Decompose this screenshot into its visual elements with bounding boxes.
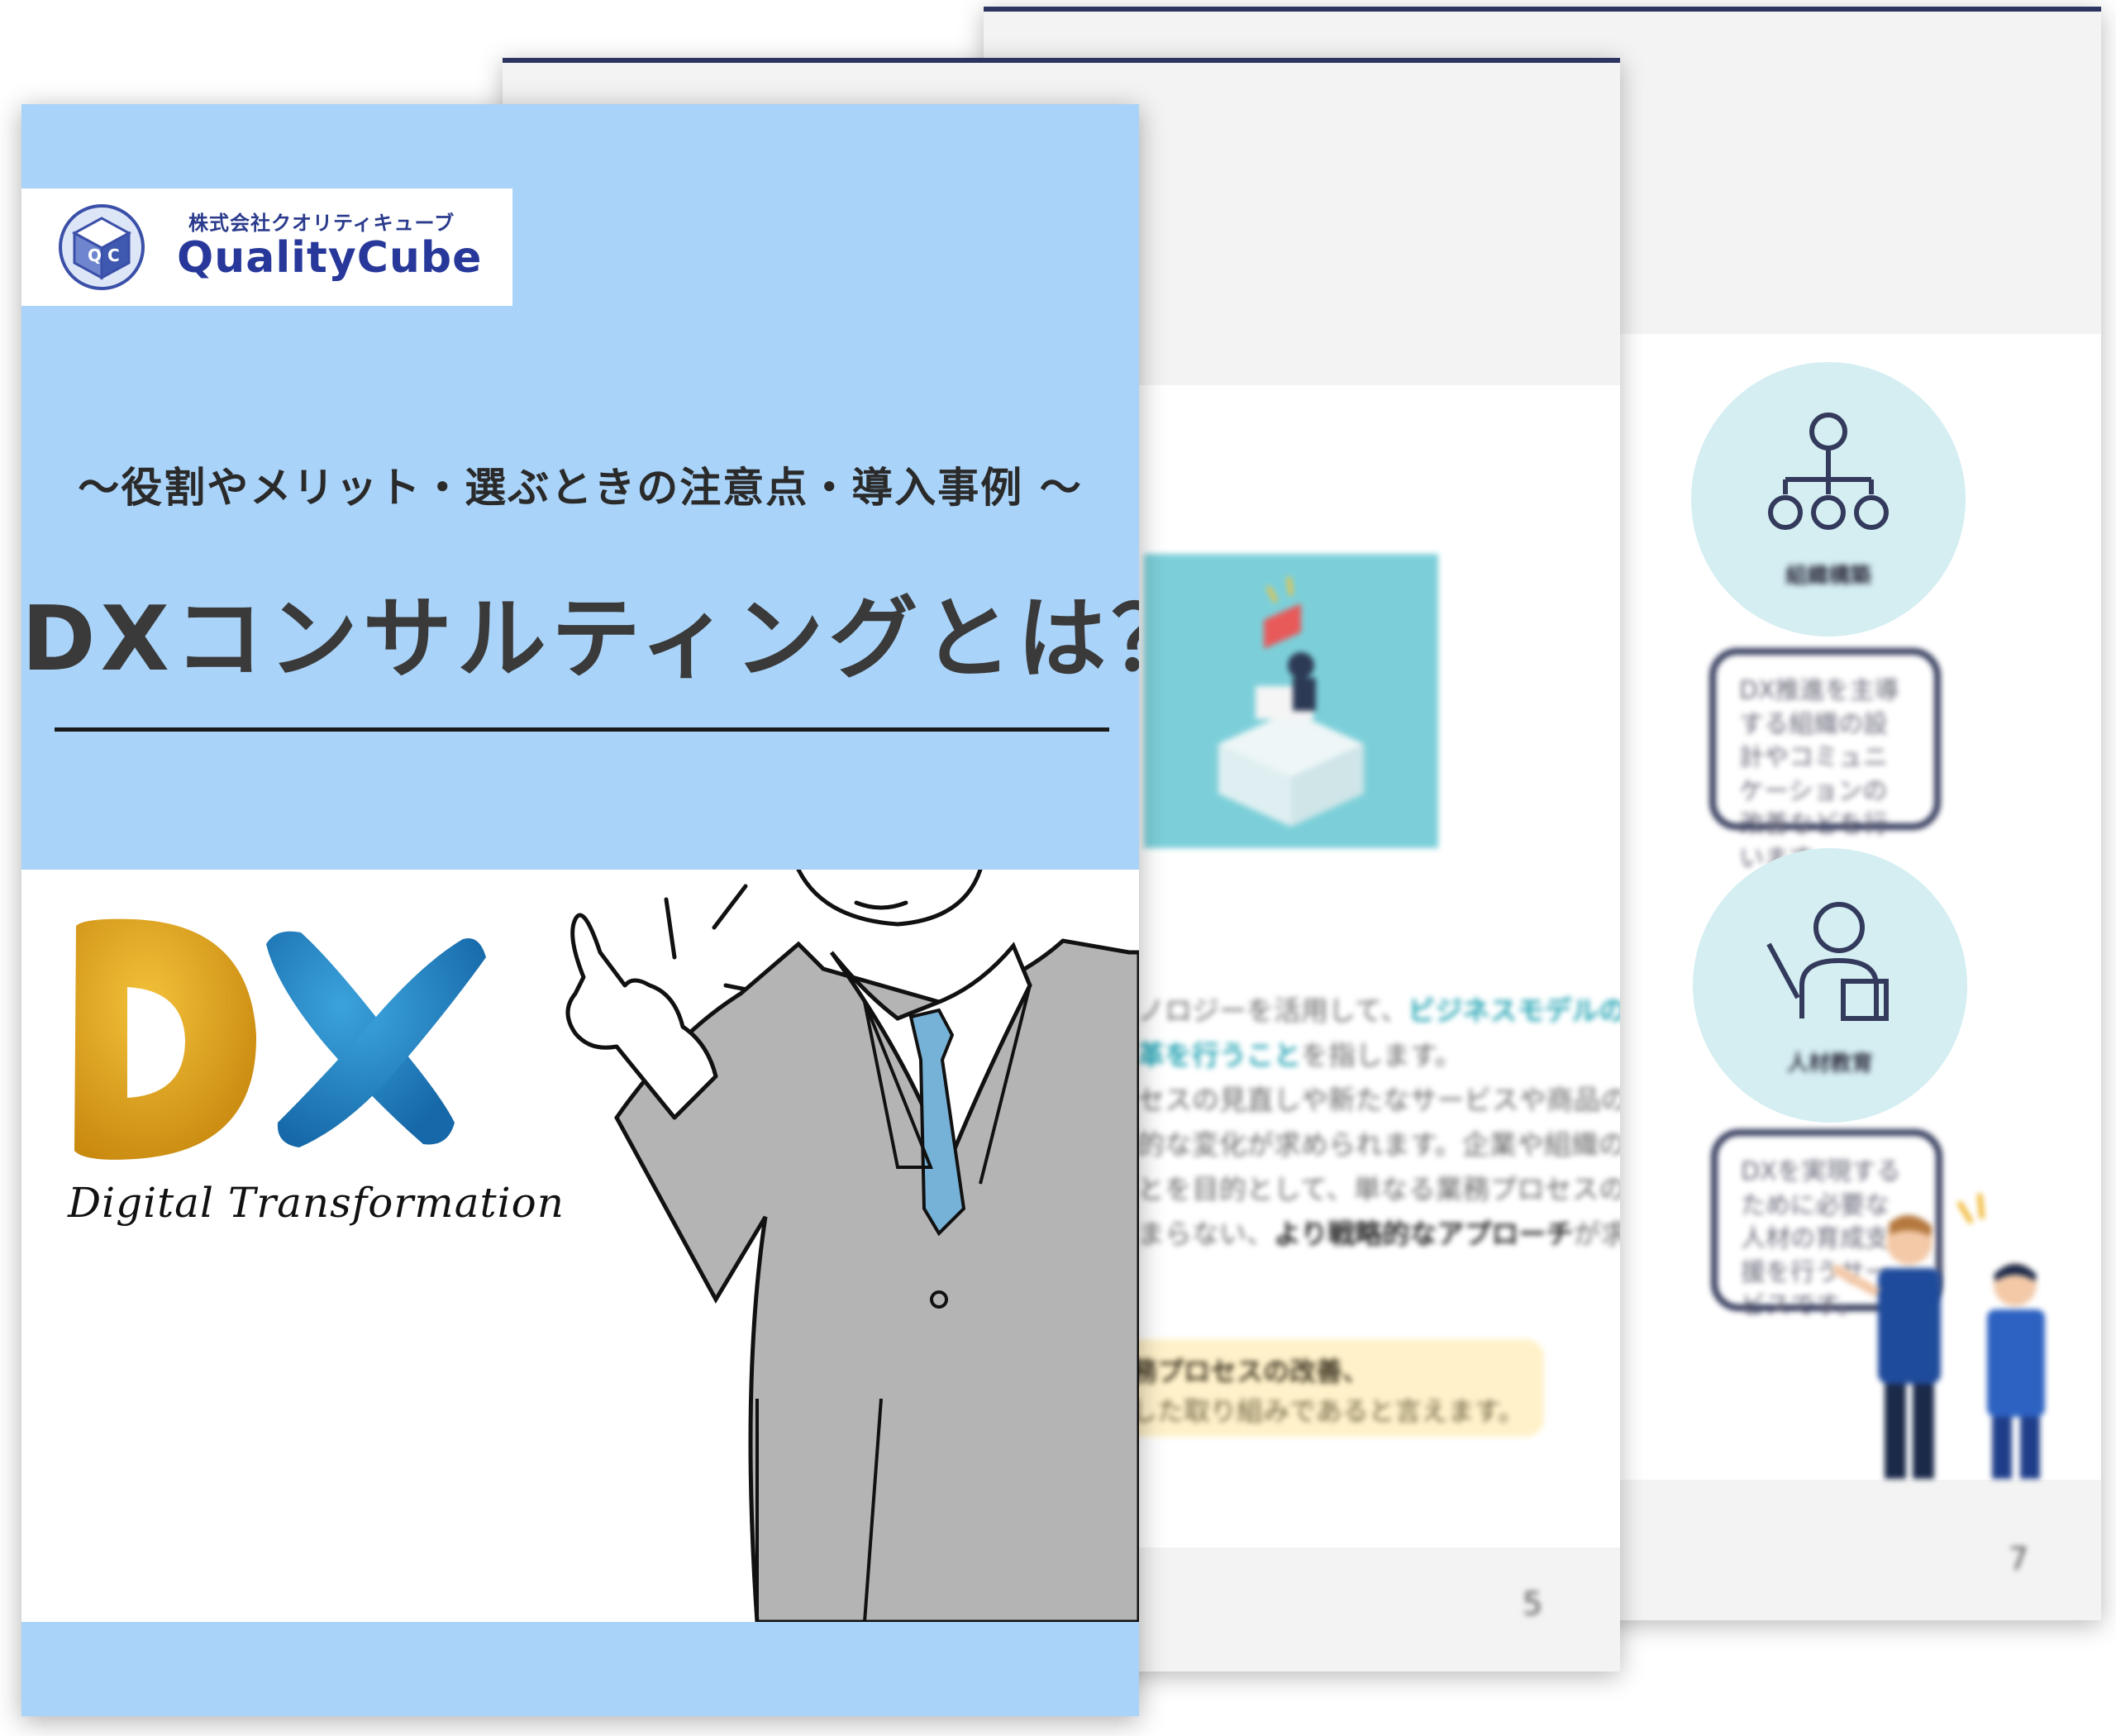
page-number: 5: [1523, 1586, 1543, 1622]
text-line: とを目的として、単なる業務プロセスの改: [1137, 1173, 1620, 1205]
text-line: 革を行うことを指します。: [1137, 1033, 1462, 1073]
text-highlight: ビジネスモデルの変革: [1408, 994, 1620, 1027]
note-line: 務プロセスの改善、: [1131, 1356, 1370, 1387]
text-line: セスの見直しや新たなサービスや商品の開: [1137, 1084, 1620, 1116]
page-number: 7: [2009, 1541, 2029, 1577]
text-bold: より戦略的なアプローチ: [1274, 1218, 1574, 1250]
title-underline: [55, 727, 1109, 732]
svg-text:C: C: [107, 246, 120, 265]
org-circle: 組織構築: [1691, 362, 1966, 637]
text-line: ノロジーを活用して、ビジネスモデルの変革: [1137, 989, 1620, 1028]
note-line: した取り組みであると言えます。: [1131, 1395, 1525, 1427]
dx-clay-letters: [74, 918, 486, 1160]
cover-title: DXコンサルティングとは？: [21, 588, 1139, 691]
text-highlight: 革を行うこと: [1137, 1039, 1301, 1071]
dx-caption: Digital Transformation: [68, 1179, 565, 1227]
text-line: まらない、より戦略的なアプローチが求め: [1137, 1212, 1620, 1252]
summary-note: 務プロセスの改善、 した取り組みであると言えます。: [1081, 1339, 1544, 1437]
brochure-cover: Q C 株式会社クオリティキューブ QualityCube 〜役割やメリット・選…: [21, 104, 1139, 1716]
text-normal: まらない、: [1137, 1218, 1274, 1250]
circle-label: 組織構築: [1785, 564, 1871, 589]
desk-worker-illustration: [1218, 576, 1364, 827]
cube-logo-icon: Q C: [59, 204, 145, 290]
illustration-panel: [1144, 554, 1438, 848]
cover-footer-band: [21, 1622, 1139, 1716]
text-normal: ノロジーを活用して、: [1137, 994, 1408, 1027]
org-chart-icon: [1768, 413, 1889, 530]
text-line: 的な変化が求められます。企業や組織の: [1137, 1128, 1620, 1161]
company-name-en: QualityCube: [177, 233, 483, 283]
company-logo: Q C 株式会社クオリティキューブ QualityCube: [21, 188, 512, 306]
svg-text:Q: Q: [88, 246, 102, 265]
description-box: DX推進を主導する組織の設計やコミュニケーションの改善などを行います。: [1709, 648, 1941, 873]
cover-subtitle: 〜役割やメリット・選ぶときの注意点・導入事例 〜: [78, 464, 1083, 512]
text-normal: を指します。: [1301, 1039, 1462, 1071]
circle-label: 人材教育: [1786, 1052, 1873, 1076]
business-people-illustration: [1831, 1193, 2045, 1479]
company-name-jp: 株式会社クオリティキューブ: [188, 212, 455, 235]
training-circle: 人材教育: [1693, 848, 1967, 1123]
text-normal: が求め: [1573, 1218, 1620, 1250]
businessman-pointing-illustration: [565, 870, 1139, 1622]
teacher-icon: [1766, 902, 1889, 1021]
